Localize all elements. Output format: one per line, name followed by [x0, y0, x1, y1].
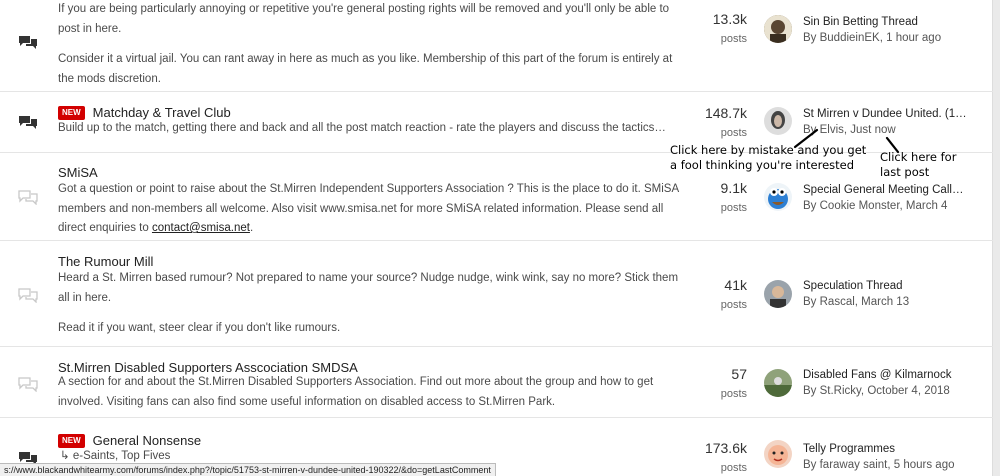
chat-bubbles-icon — [18, 288, 38, 303]
annotation-text: Click here by mistake and you get — [670, 143, 867, 157]
last-post-author[interactable]: By faraway saint, 5 hours ago — [803, 457, 955, 473]
forum-title[interactable]: SMiSA — [58, 165, 98, 180]
post-count: 13.3k posts — [713, 11, 747, 47]
new-badge: NEW — [58, 105, 85, 120]
chat-bubbles-icon — [19, 116, 37, 129]
forum-description-line: Heard a St. Mirren based rumour? Not pre… — [58, 272, 679, 304]
last-post-title[interactable]: Telly Programmes — [803, 441, 955, 457]
post-count-label: posts — [720, 462, 747, 474]
browser-status-url: s://www.blackandwhitearmy.com/forums/ind… — [0, 463, 496, 476]
forum-list: If you are being particularly annoying o… — [0, 0, 993, 476]
forum-description-line: Read it if you want, steer clear if you … — [58, 322, 341, 334]
post-count-label: posts — [720, 202, 747, 214]
post-count: 41k posts — [721, 277, 747, 313]
last-post-title[interactable]: Disabled Fans @ Kilmarnock — [803, 367, 951, 383]
avatar[interactable] — [764, 183, 792, 211]
last-post: Telly Programmes By faraway saint, 5 hou… — [803, 441, 955, 473]
annotation-text: a fool thinking you're interested — [670, 158, 855, 172]
last-post-author[interactable]: By St.Ricky, October 4, 2018 — [803, 383, 951, 399]
avatar[interactable] — [764, 280, 792, 308]
new-badge: NEW — [58, 433, 85, 448]
forum-description-line: A section for and about the St.Mirren Di… — [58, 376, 654, 408]
avatar[interactable] — [764, 15, 792, 43]
post-count-label: posts — [720, 299, 747, 311]
post-count: 57 posts — [721, 366, 747, 402]
annotation-text: Click here for — [880, 150, 957, 164]
email-link[interactable]: contact@smisa.net — [152, 222, 250, 234]
post-count-value: 148.7k — [704, 105, 747, 121]
forum-title[interactable]: General Nonsense — [93, 433, 201, 448]
forum-title[interactable]: The Rumour Mill — [58, 254, 153, 269]
post-count-value: 41k — [724, 277, 747, 293]
last-post: Sin Bin Betting Thread By BuddieinEK, 1 … — [803, 14, 941, 46]
forum-row-smdsa: St.Mirren Disabled Supporters Asscociati… — [0, 347, 993, 418]
forum-description: A section for and about the St.Mirren Di… — [58, 373, 683, 412]
chat-bubbles-icon — [19, 36, 37, 49]
post-count-label: posts — [720, 33, 747, 45]
forum-description: Build up to the match, getting there and… — [58, 119, 683, 139]
forum-description-line: If you are being particularly annoying o… — [58, 3, 670, 35]
last-post-author[interactable]: By BuddieinEK, 1 hour ago — [803, 30, 941, 46]
post-count: 173.6k posts — [705, 440, 747, 476]
last-post: St Mirren v Dundee United. (1… By Elvis,… — [803, 106, 967, 138]
annotation-note-right: Click here for last post — [880, 150, 956, 180]
last-post-author[interactable]: By Cookie Monster, March 4 — [803, 198, 963, 214]
last-post: Special General Meeting Call… By Cookie … — [803, 182, 963, 214]
post-count: 9.1k posts — [721, 180, 747, 216]
forum-title[interactable]: Matchday & Travel Club — [93, 105, 231, 120]
last-post-title[interactable]: Special General Meeting Call… — [803, 182, 963, 198]
annotation-text: last post — [880, 165, 930, 179]
last-post-title[interactable]: Sin Bin Betting Thread — [803, 14, 941, 30]
scrollbar[interactable] — [993, 0, 1000, 476]
forum-description-line: Consider it a virtual jail. You can rant… — [58, 53, 673, 85]
post-count-label: posts — [720, 127, 747, 139]
forum-row-sin-bin: If you are being particularly annoying o… — [0, 0, 993, 92]
avatar[interactable] — [764, 440, 792, 468]
avatar[interactable] — [764, 369, 792, 397]
chat-bubbles-icon — [18, 377, 38, 392]
forum-description: Got a question or point to raise about t… — [58, 180, 683, 239]
chat-bubbles-icon — [18, 190, 38, 205]
last-post-author[interactable]: By Elvis, Just now — [803, 122, 967, 138]
last-post-title[interactable]: Speculation Thread — [803, 278, 909, 294]
forum-row-rumour-mill: The Rumour Mill Heard a St. Mirren based… — [0, 241, 993, 347]
subforum-links[interactable]: e-Saints, Top Fives — [73, 450, 171, 462]
forum-description-end: . — [249, 222, 254, 234]
forum-description-line: Build up to the match, getting there and… — [58, 122, 666, 134]
post-count-label: posts — [720, 388, 747, 400]
post-count-value: 173.6k — [704, 440, 747, 456]
last-post: Speculation Thread By Rascal, March 13 — [803, 278, 909, 310]
post-count-value: 13.3k — [712, 11, 747, 27]
avatar[interactable] — [764, 107, 792, 135]
annotation-note-left: Click here by mistake and you get a fool… — [670, 143, 866, 173]
post-count: 148.7k posts — [705, 105, 747, 141]
last-post: Disabled Fans @ Kilmarnock By St.Ricky, … — [803, 367, 951, 399]
last-post-author[interactable]: By Rascal, March 13 — [803, 294, 909, 310]
forum-description: Heard a St. Mirren based rumour? Not pre… — [58, 269, 683, 339]
post-count-value: 57 — [731, 366, 747, 382]
subforum-arrow-icon: ↳ — [60, 450, 73, 462]
last-post-title[interactable]: St Mirren v Dundee United. (1… — [803, 106, 967, 122]
forum-description: If you are being particularly annoying o… — [58, 0, 683, 89]
post-count-value: 9.1k — [720, 180, 747, 196]
